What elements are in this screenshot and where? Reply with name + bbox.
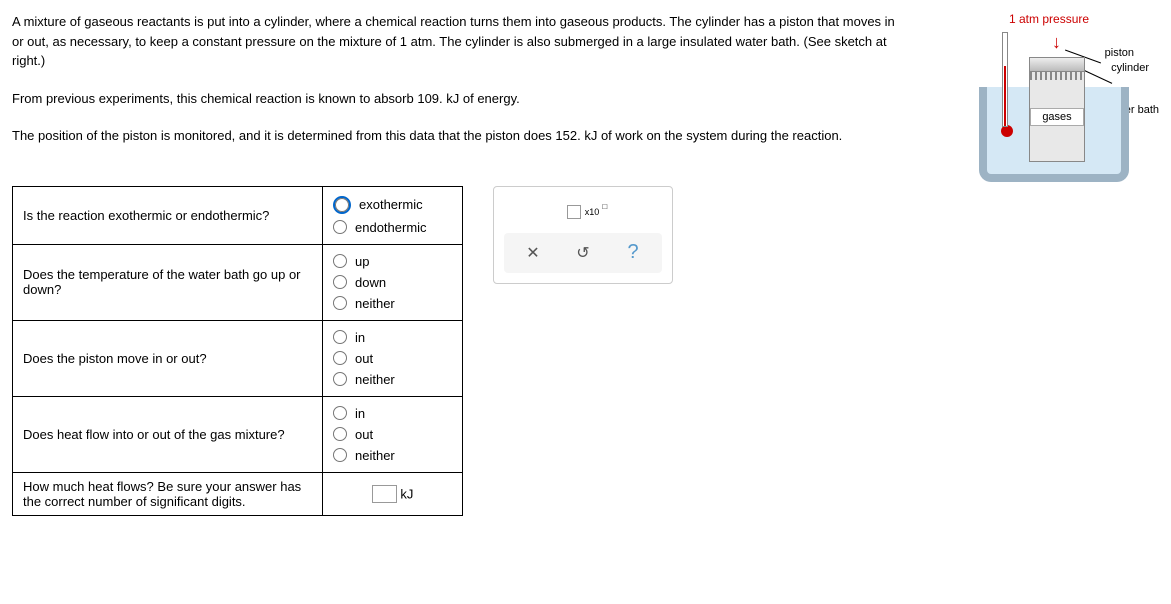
question-2-text: Does the temperature of the water bath g… — [13, 244, 323, 320]
question-5-text: How much heat flows? Be sure your answer… — [13, 472, 323, 515]
option-label: up — [355, 254, 369, 269]
option-label: neither — [355, 296, 395, 311]
radio-neither[interactable] — [333, 448, 347, 462]
reset-button[interactable]: ↺ — [563, 241, 603, 265]
radio-up[interactable] — [333, 254, 347, 268]
scientific-notation-checkbox[interactable] — [567, 205, 581, 219]
radio-exothermic[interactable] — [335, 198, 349, 212]
question-table: Is the reaction exothermic or endothermi… — [12, 186, 463, 516]
piston-hatch — [1030, 72, 1084, 80]
option-label: in — [355, 330, 365, 345]
gases-label: gases — [1030, 108, 1084, 126]
radio-in[interactable] — [333, 330, 347, 344]
cylinder-label: cylinder — [1111, 62, 1149, 74]
radio-down[interactable] — [333, 275, 347, 289]
piston-label: piston — [1105, 47, 1134, 59]
heat-input[interactable] — [372, 485, 397, 503]
question-4-text: Does heat flow into or out of the gas mi… — [13, 396, 323, 472]
option-label: in — [355, 406, 365, 421]
radio-in[interactable] — [333, 406, 347, 420]
cylinder-shape: gases — [1029, 57, 1085, 162]
apparatus-diagram: 1 atm pressure ↓ piston cylinder water b… — [929, 12, 1149, 202]
question-1-text: Is the reaction exothermic or endothermi… — [13, 186, 323, 244]
problem-paragraph-3: The position of the piston is monitored,… — [12, 126, 909, 146]
radio-endothermic[interactable] — [333, 220, 347, 234]
unit-label: kJ — [400, 486, 413, 501]
arrow-down-icon: ↓ — [1052, 32, 1061, 53]
help-button[interactable]: ? — [613, 241, 653, 265]
radio-out[interactable] — [333, 351, 347, 365]
pressure-label: 1 atm pressure — [1009, 12, 1089, 26]
radio-neither[interactable] — [333, 372, 347, 386]
problem-paragraph-1: A mixture of gaseous reactants is put in… — [12, 12, 909, 71]
radio-neither[interactable] — [333, 296, 347, 310]
question-3-text: Does the piston move in or out? — [13, 320, 323, 396]
thermometer-icon — [1001, 32, 1009, 142]
option-label: exothermic — [359, 197, 423, 212]
toolbox: x10□ ✕ ↺ ? — [493, 186, 673, 284]
option-label: endothermic — [355, 220, 427, 235]
piston-shape — [1030, 58, 1084, 72]
option-label: out — [355, 351, 373, 366]
sci-notation-label: x10□ — [585, 207, 600, 217]
radio-out[interactable] — [333, 427, 347, 441]
option-label: neither — [355, 448, 395, 463]
close-button[interactable]: ✕ — [513, 241, 553, 265]
option-label: down — [355, 275, 386, 290]
option-label: neither — [355, 372, 395, 387]
problem-paragraph-2: From previous experiments, this chemical… — [12, 89, 909, 109]
option-label: out — [355, 427, 373, 442]
